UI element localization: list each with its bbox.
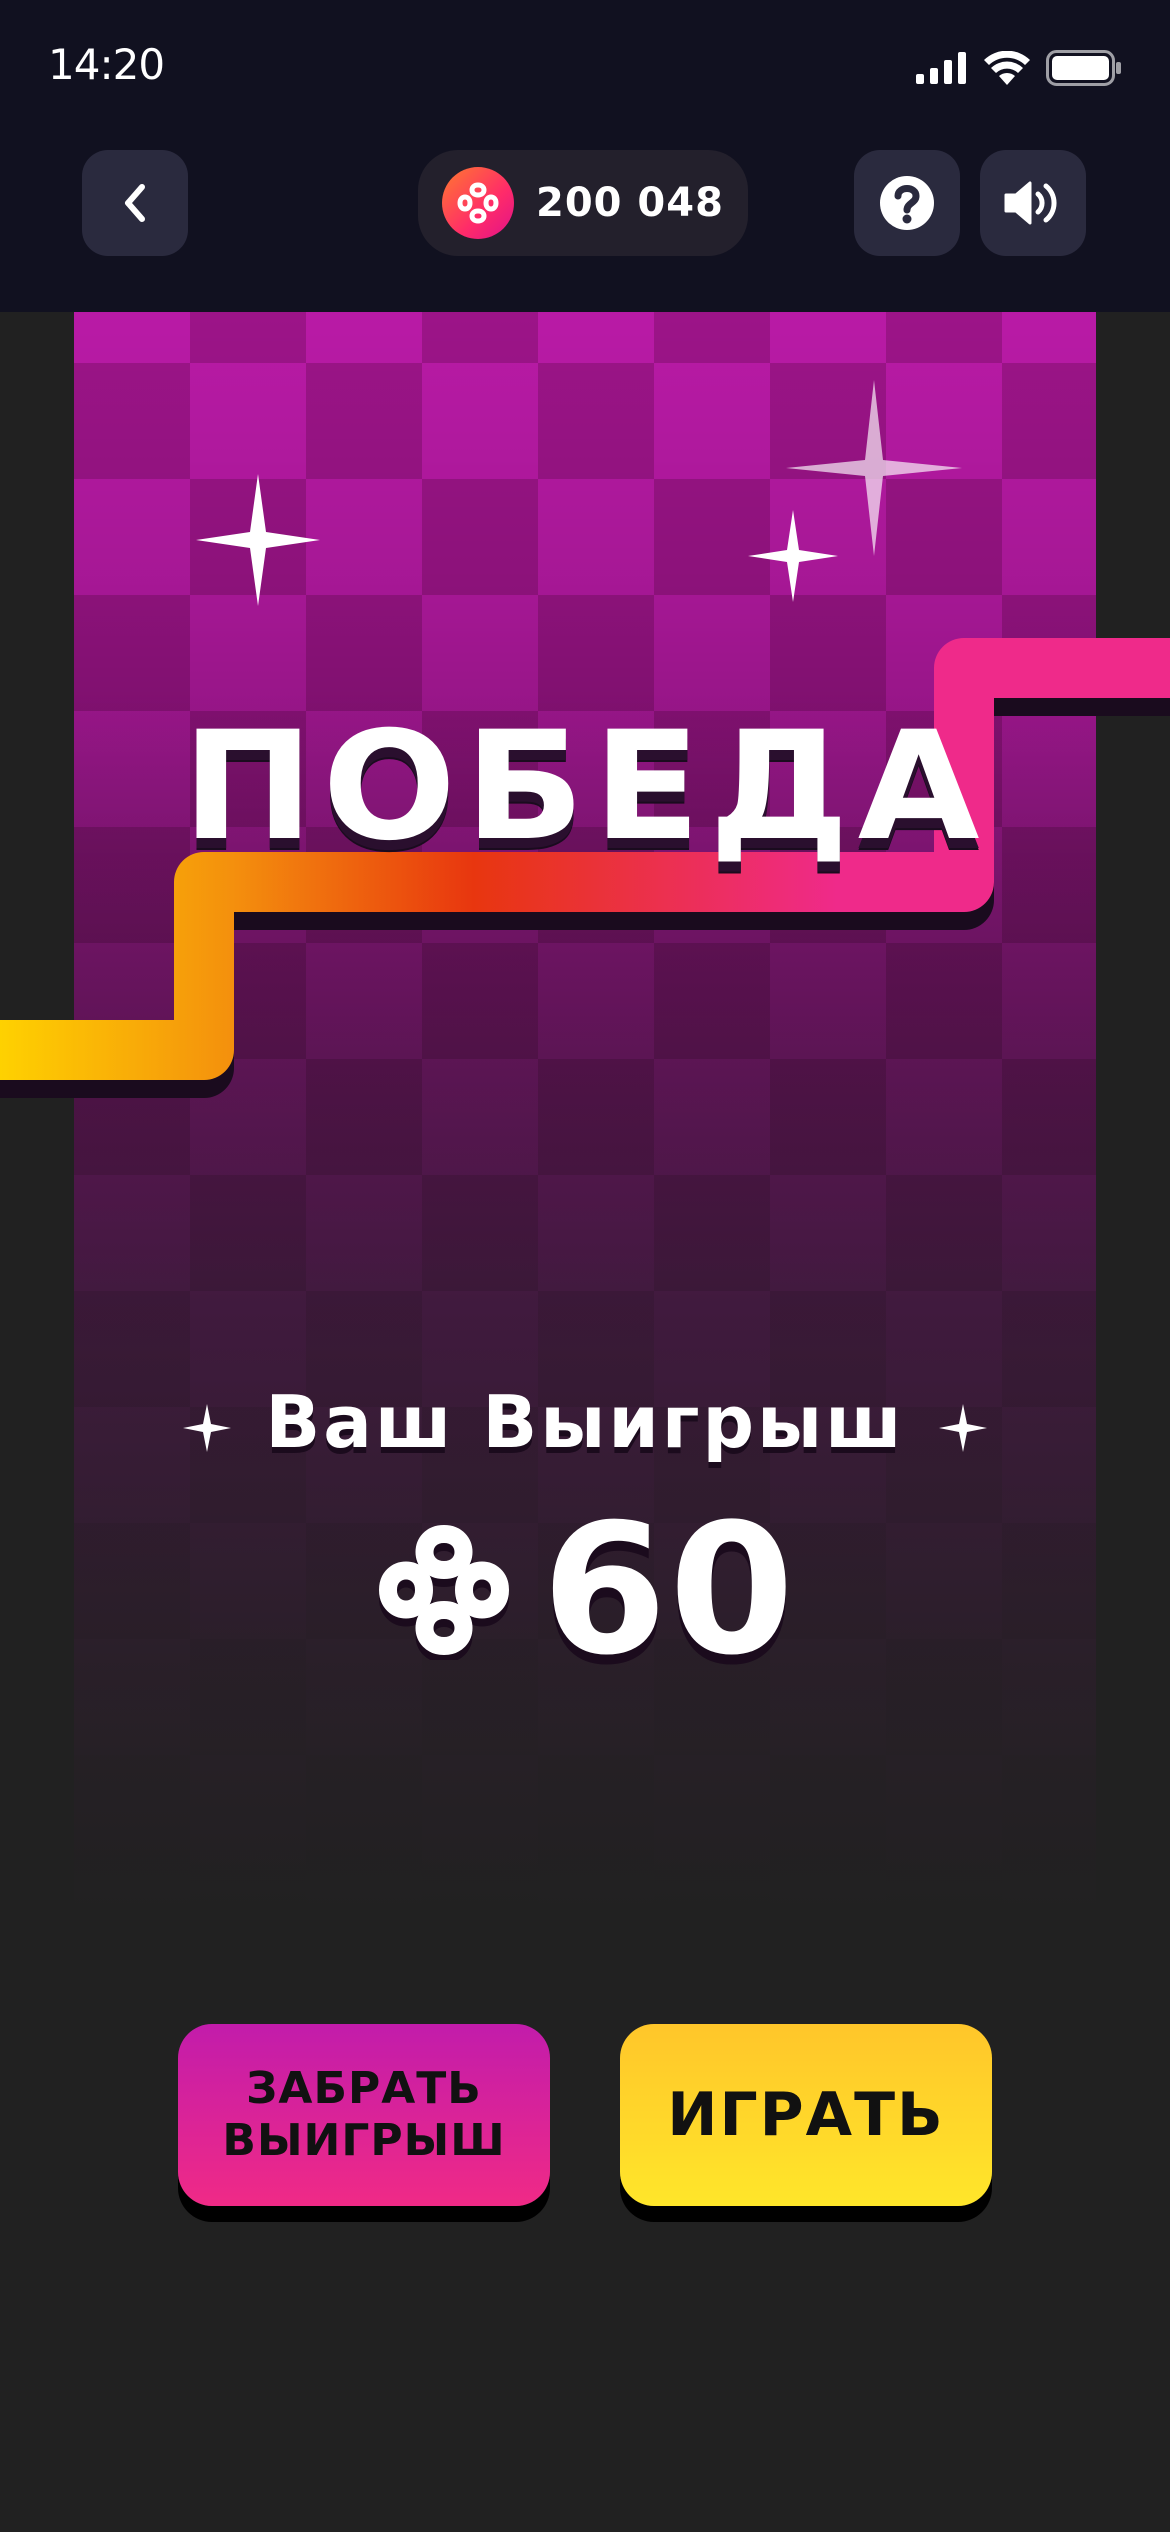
sparkle-icon — [748, 510, 838, 602]
collect-winnings-button[interactable]: ЗАБРАТЬ ВЫИГРЫШ — [178, 2024, 550, 2206]
play-button[interactable]: ИГРАТЬ — [620, 2024, 992, 2206]
speaker-icon — [1004, 181, 1057, 225]
wifi-icon — [984, 51, 1030, 85]
sparkle-icon — [786, 380, 962, 556]
balance-pill: 200 048 — [418, 150, 748, 256]
back-button[interactable] — [82, 150, 188, 256]
sound-button[interactable] — [980, 150, 1086, 256]
collect-label-line2: ВЫИГРЫШ — [222, 2115, 506, 2166]
question-circle-icon — [880, 176, 934, 230]
coin-symbol-icon — [378, 1525, 509, 1660]
collect-label-line1: ЗАБРАТЬ — [246, 2063, 482, 2114]
play-label: ИГРАТЬ — [667, 2080, 945, 2150]
sparkle-icon — [938, 1385, 987, 1469]
win-amount-row: 60 — [0, 1486, 1170, 1695]
chevron-left-icon — [125, 184, 145, 222]
win-amount: 60 — [541, 1485, 797, 1695]
coin-icon — [442, 167, 514, 239]
sparkle-icon — [196, 474, 320, 606]
win-label: Ваш Выигрыш — [265, 1380, 905, 1464]
sparkle-icon — [183, 1385, 232, 1469]
victory-title: ПОБЕДА — [182, 700, 988, 874]
battery-icon — [1046, 50, 1121, 86]
win-label-row: Ваш Выигрыш — [0, 1380, 1170, 1469]
status-icons — [916, 48, 1122, 88]
top-bar: 14:20 200 048 — [0, 0, 1170, 312]
balance-value: 200 048 — [536, 180, 724, 226]
status-time: 14:20 — [48, 40, 165, 89]
help-button[interactable] — [854, 150, 960, 256]
sparkles — [196, 380, 962, 606]
signal-icon — [916, 52, 966, 84]
